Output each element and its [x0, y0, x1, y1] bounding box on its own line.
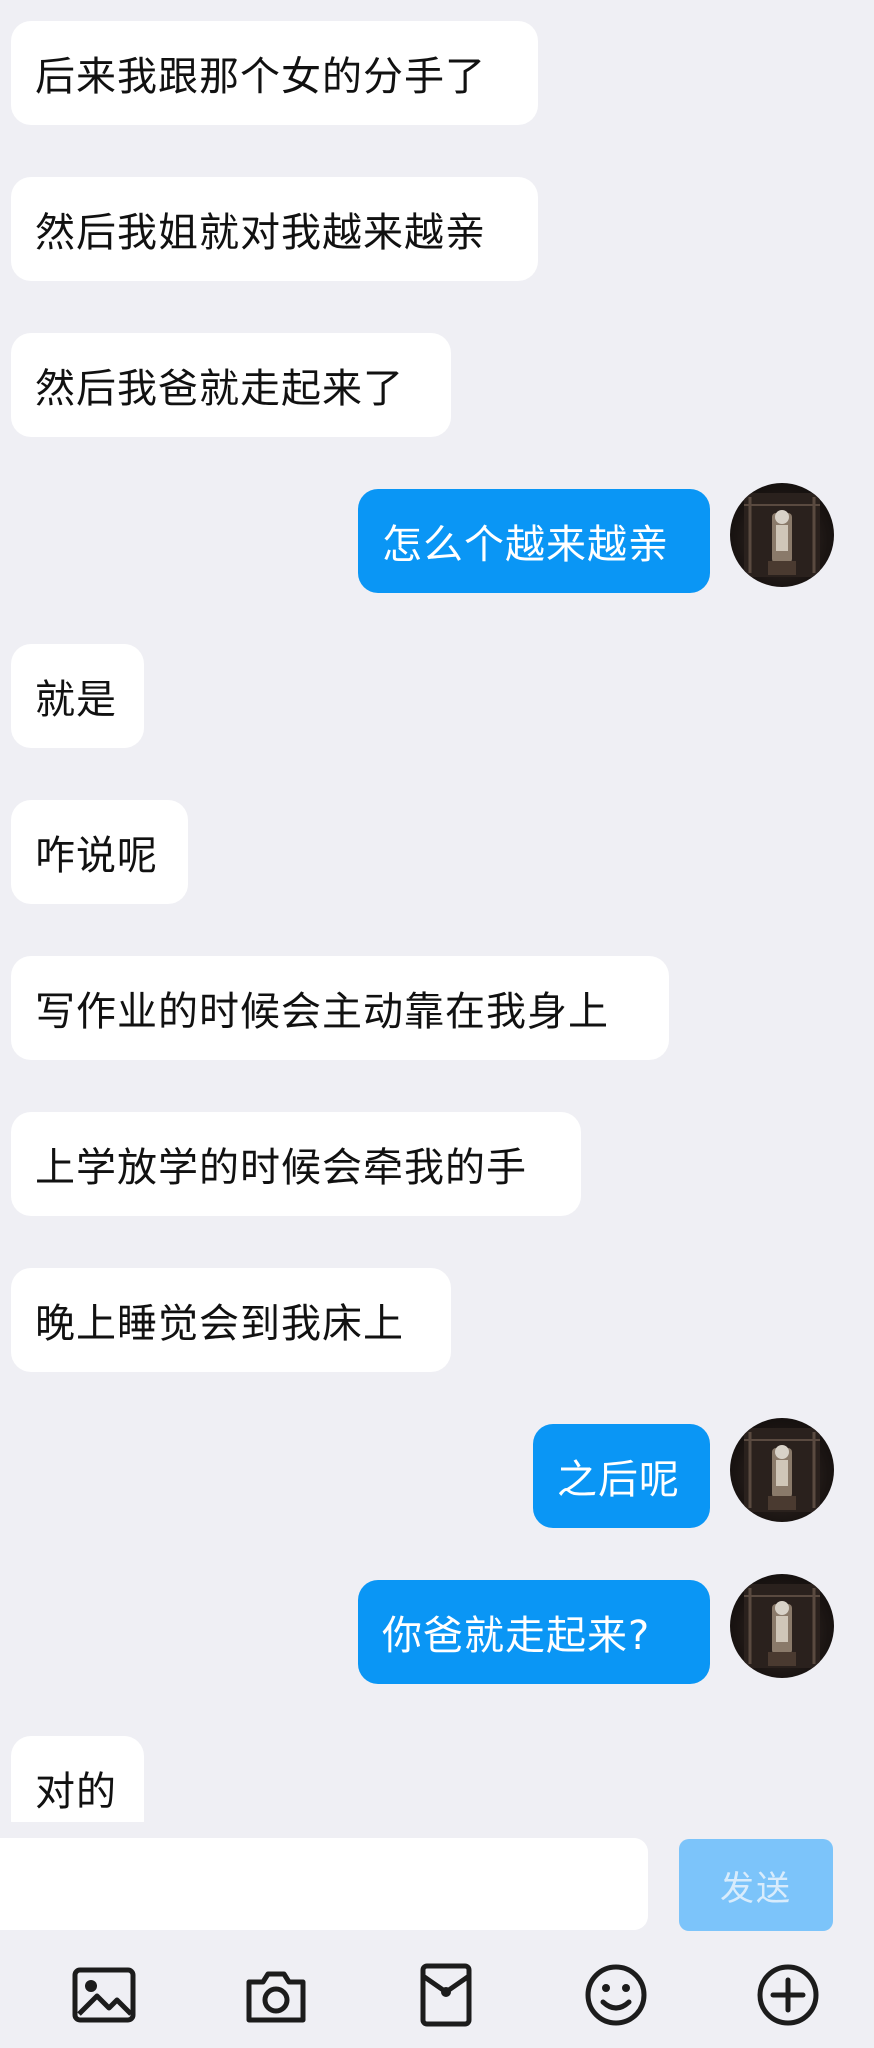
message-bubble-outgoing[interactable]: 你爸就走起来? — [358, 1580, 710, 1684]
message-text: 你爸就走起来? — [382, 1613, 651, 1659]
message-bubble-incoming[interactable]: 然后我姐就对我越来越亲 — [11, 177, 538, 281]
message-text: 上学放学的时候会牵我的手 — [35, 1145, 527, 1191]
avatar-image-icon — [744, 1428, 820, 1512]
message-bubble-incoming[interactable]: 然后我爸就走起来了 — [11, 333, 451, 437]
user-avatar[interactable] — [730, 483, 834, 587]
message-text: 然后我爸就走起来了 — [35, 366, 404, 412]
message-bubble-incoming[interactable]: 就是 — [11, 644, 144, 748]
message-input[interactable] — [0, 1838, 648, 1930]
message-text: 然后我姐就对我越来越亲 — [35, 210, 486, 256]
user-avatar[interactable] — [730, 1418, 834, 1522]
message-text: 就是 — [35, 677, 117, 723]
avatar-image-icon — [744, 493, 820, 577]
message-text: 对的 — [35, 1769, 117, 1815]
send-button[interactable]: 发送 — [679, 1839, 833, 1931]
user-avatar[interactable] — [730, 1574, 834, 1678]
message-text: 写作业的时候会主动靠在我身上 — [35, 989, 609, 1035]
message-text: 晚上睡觉会到我床上 — [35, 1301, 404, 1347]
message-text: 之后呢 — [557, 1457, 680, 1503]
red-packet-icon[interactable] — [413, 1962, 479, 2028]
image-icon[interactable] — [71, 1962, 137, 2028]
message-bubble-outgoing[interactable]: 怎么个越来越亲 — [358, 489, 710, 593]
message-text: 咋说呢 — [35, 833, 158, 879]
message-bubble-incoming[interactable]: 晚上睡觉会到我床上 — [11, 1268, 451, 1372]
input-toolbar — [0, 1940, 874, 2048]
message-bubble-incoming[interactable]: 写作业的时候会主动靠在我身上 — [11, 956, 669, 1060]
camera-icon[interactable] — [243, 1962, 309, 2028]
message-text: 后来我跟那个女的分手了 — [35, 54, 486, 100]
message-bubble-incoming[interactable]: 上学放学的时候会牵我的手 — [11, 1112, 581, 1216]
avatar-image-icon — [744, 1584, 820, 1668]
emoji-icon[interactable] — [583, 1962, 649, 2028]
message-bubble-outgoing[interactable]: 之后呢 — [533, 1424, 710, 1528]
message-list: 后来我跟那个女的分手了 然后我姐就对我越来越亲 然后我爸就走起来了 怎么个越来越… — [0, 0, 874, 1822]
plus-icon[interactable] — [755, 1962, 821, 2028]
message-text: 怎么个越来越亲 — [382, 522, 669, 568]
message-bubble-incoming[interactable]: 后来我跟那个女的分手了 — [11, 21, 538, 125]
input-bar: 发送 — [0, 1822, 874, 1940]
message-bubble-incoming[interactable]: 咋说呢 — [11, 800, 188, 904]
message-bubble-incoming[interactable]: 对的 — [11, 1736, 144, 1822]
